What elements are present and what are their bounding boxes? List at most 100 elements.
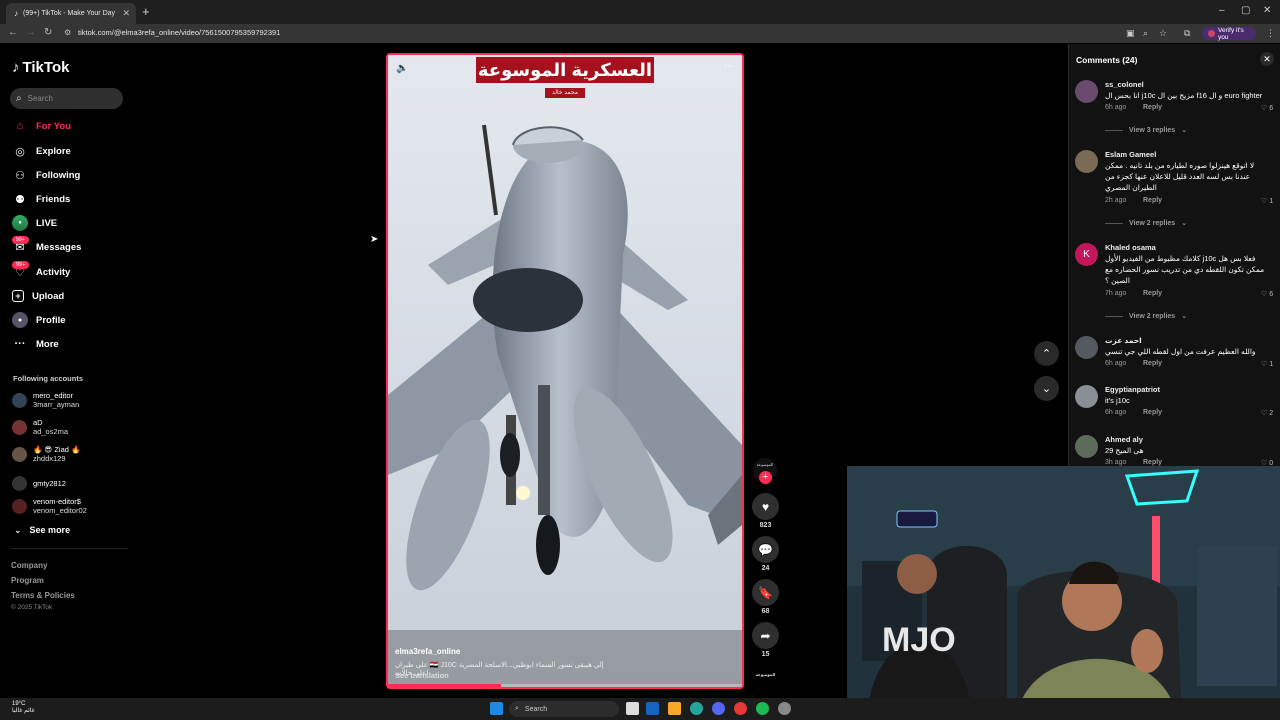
video-progress-bar[interactable]	[388, 684, 742, 687]
avatar[interactable]	[1075, 385, 1098, 408]
share-button[interactable]: ➦	[752, 622, 779, 649]
browser-tab[interactable]: ♪ (99+) TikTok - Make Your Day ✕	[6, 3, 136, 24]
outlook-icon[interactable]	[646, 702, 659, 715]
new-tab-button[interactable]: +	[142, 4, 150, 19]
minimize-icon[interactable]: –	[1219, 5, 1225, 16]
comment-like-button[interactable]: ♡ 1	[1261, 197, 1273, 205]
nav-for-you[interactable]: ⌂ For You	[12, 118, 71, 134]
windows-start-icon[interactable]	[490, 702, 503, 715]
volume-icon[interactable]: 🔈	[396, 63, 408, 74]
tiktok-logo[interactable]: ♪ TikTok	[12, 59, 69, 76]
comment-like-button[interactable]: ♡ 1	[1261, 360, 1273, 368]
edge-icon[interactable]	[690, 702, 703, 715]
app-icon[interactable]	[778, 702, 791, 715]
footer-link-program[interactable]: Program	[11, 576, 44, 585]
taskbar-search[interactable]: ⌕ Search	[509, 701, 619, 717]
nav-friends[interactable]: ⚉ Friends	[12, 191, 70, 207]
following-account[interactable]: venom-editor$ venom_editor02	[12, 497, 87, 515]
avatar[interactable]	[1075, 435, 1098, 458]
address-bar: ← → ↻ ⚙ tiktok.com/@elma3refa_online/vid…	[0, 24, 1280, 43]
footer-link-company[interactable]: Company	[11, 561, 47, 570]
search-input[interactable]: ⌕ Search	[10, 88, 123, 109]
reply-button[interactable]: Reply	[1143, 197, 1162, 204]
profile-avatar-icon: ●	[12, 312, 28, 328]
comment-button[interactable]: 💬	[752, 536, 779, 563]
comment-like-button[interactable]: ♡ 6	[1261, 104, 1273, 112]
reload-icon[interactable]: ↻	[44, 27, 52, 38]
sound-disc[interactable]: الموسوعة	[752, 672, 779, 677]
url-field[interactable]: tiktok.com/@elma3refa_online/video/75615…	[78, 28, 280, 37]
close-window-icon[interactable]: ✕	[1263, 5, 1271, 16]
following-account[interactable]: gmty2812	[12, 476, 66, 491]
avatar[interactable]	[1075, 80, 1098, 103]
nav-live[interactable]: ● LIVE	[12, 215, 57, 231]
comments-panel: Comments (24) ✕ ss_colonel euro fighter …	[1068, 44, 1280, 468]
task-view-icon[interactable]	[626, 702, 639, 715]
chevron-down-icon: ⌄	[1181, 313, 1188, 320]
nav-following[interactable]: ⚇ Following	[12, 167, 80, 183]
spotify-icon[interactable]	[756, 702, 769, 715]
video-overlay-subtitle: محمد خالد	[545, 88, 585, 98]
next-video-button[interactable]: ⌄	[1034, 376, 1059, 401]
search-icon: ⌕	[515, 705, 519, 712]
video-overlay-title: العسكرية الموسوعة	[476, 57, 654, 83]
nav-upload[interactable]: + Upload	[12, 288, 64, 304]
reply-button[interactable]: Reply	[1143, 104, 1162, 111]
previous-video-button[interactable]: ⌃	[1034, 341, 1059, 366]
svg-text:MJO: MJO	[882, 621, 956, 659]
view-replies-button[interactable]: View 3 replies ⌄	[1105, 126, 1187, 134]
extensions-icon[interactable]: ⧉	[1184, 28, 1190, 39]
heart-outline-icon: ♡	[1261, 291, 1268, 298]
nav-profile[interactable]: ● Profile	[12, 312, 66, 328]
reply-button[interactable]: Reply	[1143, 290, 1162, 297]
comment-item: Egyptianpatriot it's j10c 6h ago Reply ♡…	[1075, 385, 1279, 425]
comment-item: K Khaled osama فعلا بس هل j10c كلامك مظب…	[1075, 243, 1279, 323]
following-accounts-title: Following accounts	[13, 374, 84, 383]
site-info-icon[interactable]: ⚙	[64, 28, 71, 37]
view-replies-button[interactable]: View 2 replies ⌄	[1105, 219, 1187, 227]
profile-verify-button[interactable]: Verify it's you	[1202, 27, 1256, 41]
video-author[interactable]: elma3refa_online	[395, 647, 460, 656]
avatar[interactable]	[1075, 150, 1098, 173]
windows-taskbar: 19°C غائم غالبا ⌕ Search	[0, 698, 1280, 720]
comment-item: Eslam Gameel لا اتوقع هينزلوا صوره لطيار…	[1075, 150, 1279, 230]
avatar[interactable]: K	[1075, 243, 1098, 266]
file-explorer-icon[interactable]	[668, 702, 681, 715]
follow-plus-icon[interactable]: +	[759, 471, 772, 484]
avatar[interactable]	[1075, 336, 1098, 359]
close-comments-icon[interactable]: ✕	[1260, 52, 1274, 66]
video-more-icon[interactable]: ⋯	[724, 61, 734, 72]
footer-link-terms[interactable]: Terms & Policies	[11, 591, 75, 600]
following-account[interactable]: 🔥 😎 Ziad 🔥 zhddx129	[12, 445, 80, 463]
maximize-icon[interactable]: ▢	[1241, 5, 1250, 16]
see-more-button[interactable]: ⌄ See more	[14, 525, 70, 536]
close-tab-icon[interactable]: ✕	[122, 8, 130, 19]
weather-widget[interactable]: 19°C غائم غالبا	[12, 701, 35, 715]
heart-outline-icon: ♡	[1261, 410, 1268, 417]
discord-icon[interactable]	[712, 702, 725, 715]
nav-explore[interactable]: ◎ Explore	[12, 143, 71, 159]
avatar	[12, 476, 27, 491]
zoom-icon[interactable]: ⌕	[1143, 28, 1148, 39]
tiktok-favicon-icon: ♪	[14, 9, 18, 18]
view-replies-button[interactable]: View 2 replies ⌄	[1105, 312, 1187, 320]
forward-icon[interactable]: →	[26, 27, 36, 38]
following-account[interactable]: mero_editor 3marr_ayman	[12, 391, 79, 409]
following-account[interactable]: aD ad_os2ma	[12, 418, 68, 436]
chevron-down-icon: ⌄	[1041, 383, 1052, 395]
nav-more[interactable]: ··· More	[12, 336, 59, 352]
browser-menu-icon[interactable]: ⋮	[1266, 28, 1275, 39]
save-button[interactable]: 🔖	[752, 579, 779, 606]
comment-like-button[interactable]: ♡ 2	[1261, 409, 1273, 417]
comment-like-button[interactable]: ♡ 6	[1261, 290, 1273, 298]
reply-button[interactable]: Reply	[1143, 409, 1162, 416]
like-button[interactable]: ♥	[752, 493, 779, 520]
cast-icon[interactable]: ▣	[1126, 28, 1135, 39]
reply-button[interactable]: Reply	[1143, 459, 1162, 466]
bookmark-star-icon[interactable]: ☆	[1159, 28, 1167, 39]
reply-button[interactable]: Reply	[1143, 360, 1162, 367]
back-icon[interactable]: ←	[8, 27, 18, 38]
video-player[interactable]: العسكرية الموسوعة محمد خالد 🔈 ⋯ elma3ref…	[386, 53, 744, 689]
chrome-icon[interactable]	[734, 702, 747, 715]
see-translation-link[interactable]: See translation	[395, 671, 449, 680]
